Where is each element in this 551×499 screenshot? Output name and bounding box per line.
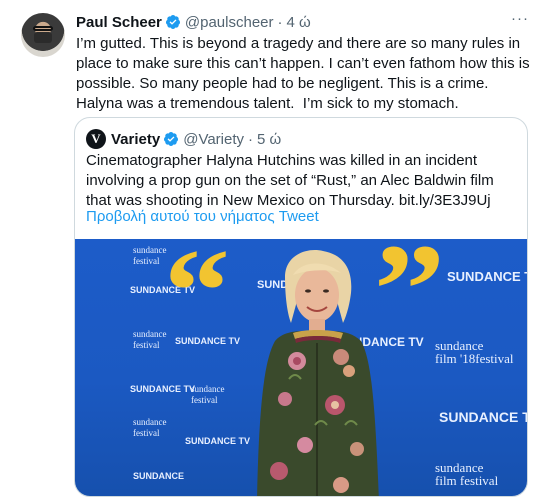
avatar-glasses bbox=[33, 26, 53, 31]
festival-logo-line: festival bbox=[133, 428, 160, 438]
photo-subject bbox=[257, 250, 379, 496]
backdrop-logo: SUNDANCE TV bbox=[130, 384, 196, 394]
variety-logo-icon: V bbox=[86, 129, 106, 149]
backdrop-logo: SUNDANCE TV bbox=[439, 409, 527, 425]
festival-logo-year: '18 bbox=[459, 351, 476, 366]
festival-logo: sundance film '18festival bbox=[435, 339, 514, 365]
quoted-author-handle: @Variety bbox=[183, 130, 245, 148]
more-options-icon[interactable]: ··· bbox=[509, 11, 531, 32]
author-handle[interactable]: @paulscheer bbox=[185, 14, 274, 31]
festival-logo-line: film '18festival bbox=[435, 352, 514, 365]
author-name[interactable]: Paul Scheer bbox=[76, 14, 162, 31]
show-thread-link[interactable]: Προβολή αυτού του νήματος Tweet bbox=[86, 207, 319, 227]
backdrop-logo: SUNDANCE TV bbox=[185, 436, 251, 446]
festival-logo-line: festival bbox=[133, 340, 160, 350]
festival-logo: sundance festival bbox=[191, 384, 225, 406]
quoted-tweet-text: Cinematographer Halyna Hutchins was kill… bbox=[86, 152, 494, 209]
festival-logo-festival: festival bbox=[475, 351, 514, 366]
festival-logo-line: sundance bbox=[191, 384, 225, 394]
festival-logo-line: film festival bbox=[435, 474, 498, 487]
quoted-tweet-header: V Variety @Variety · 5 ώ bbox=[86, 129, 281, 149]
verified-badge-icon bbox=[164, 132, 179, 146]
festival-logo-film: film bbox=[435, 473, 457, 488]
quoted-tweet-card[interactable]: V Variety @Variety · 5 ώ Cinematographer… bbox=[74, 117, 528, 497]
festival-logo: sundance festival bbox=[133, 329, 167, 351]
quoted-tweet-photo[interactable]: SUNDANCE TV SUNDANCE TV SUNDANCE TV SUND… bbox=[75, 239, 527, 496]
festival-logo-line: festival bbox=[133, 256, 160, 266]
festival-logo-line: sundance bbox=[133, 329, 167, 339]
festival-logo-festival: festival bbox=[459, 473, 499, 488]
festival-logo: sundance festival bbox=[133, 245, 167, 267]
backdrop-logo: SUNDANCE bbox=[133, 471, 185, 481]
festival-logo-line: sundance bbox=[133, 417, 167, 427]
quoted-author-name: Variety bbox=[111, 130, 161, 148]
festival-logo-line: sundance bbox=[133, 245, 167, 255]
avatar[interactable] bbox=[21, 13, 65, 57]
tweet-text: I’m gutted. This is beyond a tragedy and… bbox=[76, 35, 534, 112]
separator-dot: · bbox=[248, 130, 254, 148]
open-quote-graphic: “ bbox=[164, 239, 230, 357]
quoted-tweet-timestamp: 5 ώ bbox=[257, 130, 282, 148]
avatar-mask bbox=[34, 32, 52, 43]
festival-logo-line: festival bbox=[191, 395, 218, 405]
festival-logo: sundance film festival bbox=[435, 461, 498, 487]
backdrop-logo: SUNDANCE TV bbox=[447, 269, 527, 284]
tweet-timestamp[interactable]: 4 ώ bbox=[287, 14, 311, 31]
tweet-header: Paul Scheer @paulscheer · 4 ώ ··· bbox=[76, 11, 531, 32]
verified-badge-icon bbox=[165, 15, 180, 29]
separator-dot: · bbox=[277, 13, 283, 31]
festival-logo: sundance festival bbox=[133, 417, 167, 439]
